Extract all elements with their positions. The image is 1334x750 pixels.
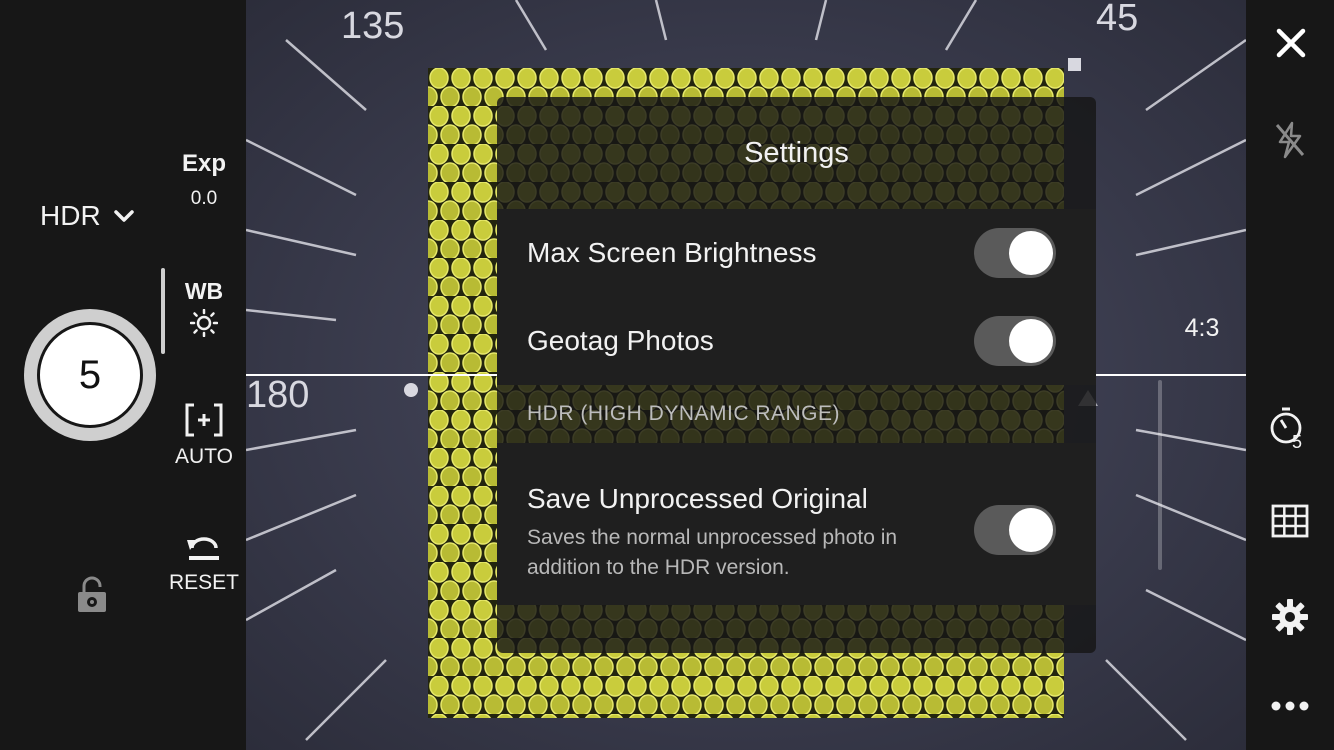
- close-icon[interactable]: [1274, 26, 1308, 60]
- focus-frame-icon: [185, 403, 223, 437]
- dial-label-180: 180: [246, 374, 309, 416]
- focus-mode-label: AUTO: [175, 445, 233, 468]
- flash-off-icon[interactable]: [1272, 120, 1308, 160]
- mode-label: HDR: [40, 200, 101, 231]
- white-balance-control[interactable]: WB: [162, 278, 246, 342]
- toggle-knob: [1009, 231, 1053, 275]
- settings-dialog: Settings Max Screen Brightness Geotag Ph…: [497, 97, 1096, 653]
- side-scroll-track: [1158, 380, 1162, 570]
- exposure-value: 0.0: [190, 188, 218, 209]
- dial-label-45: 45: [1096, 0, 1138, 39]
- max-screen-brightness-label: Max Screen Brightness: [527, 237, 817, 268]
- sun-icon: [189, 308, 219, 338]
- shutter-count: 5: [37, 322, 143, 428]
- mode-selector-dropdown[interactable]: HDR: [40, 200, 135, 232]
- settings-title: Settings: [744, 137, 849, 169]
- save-unprocessed-original-label: Save Unprocessed Original: [527, 483, 868, 514]
- unlocked-settings-lock-icon[interactable]: [76, 576, 108, 614]
- white-balance-label: WB: [184, 278, 224, 304]
- right-control-panel: 5: [1246, 0, 1334, 750]
- timer-value: 5: [1292, 432, 1302, 450]
- save-unprocessed-original-row: Save Unprocessed Original Saves the norm…: [497, 443, 1096, 605]
- exposure-label: Exp: [181, 150, 226, 177]
- grid-icon[interactable]: [1271, 504, 1309, 538]
- geotag-photos-label: Geotag Photos: [527, 325, 714, 356]
- gear-icon[interactable]: [1271, 598, 1309, 636]
- reset-label: RESET: [168, 571, 239, 594]
- toggle-knob: [1009, 319, 1053, 363]
- toggle-knob: [1009, 508, 1053, 552]
- dial-label-135: 135: [341, 5, 404, 47]
- chevron-down-icon: [113, 210, 134, 222]
- save-unprocessed-original-description: Saves the normal unprocessed photo in ad…: [527, 526, 898, 579]
- hdr-section-header: HDR (HIGH DYNAMIC RANGE): [527, 402, 841, 425]
- exposure-control[interactable]: Exp 0.0: [162, 150, 246, 210]
- timer-icon[interactable]: 5: [1268, 404, 1310, 450]
- save-unprocessed-original-toggle[interactable]: [974, 505, 1056, 555]
- max-screen-brightness-toggle[interactable]: [974, 228, 1056, 278]
- focus-control[interactable]: AUTO: [162, 402, 246, 469]
- geotag-photos-row: Geotag Photos: [497, 297, 1096, 385]
- reset-button[interactable]: RESET: [162, 534, 246, 595]
- max-screen-brightness-row: Max Screen Brightness: [497, 209, 1096, 297]
- more-icon[interactable]: [1270, 692, 1310, 720]
- geotag-photos-toggle[interactable]: [974, 316, 1056, 366]
- left-control-panel: HDR 5 Exp 0.0 WB AUTO RESET: [0, 0, 246, 750]
- aspect-ratio-button[interactable]: 4:3: [1168, 314, 1236, 343]
- shutter-button[interactable]: 5: [24, 309, 156, 441]
- undo-arrow-icon: [187, 537, 219, 560]
